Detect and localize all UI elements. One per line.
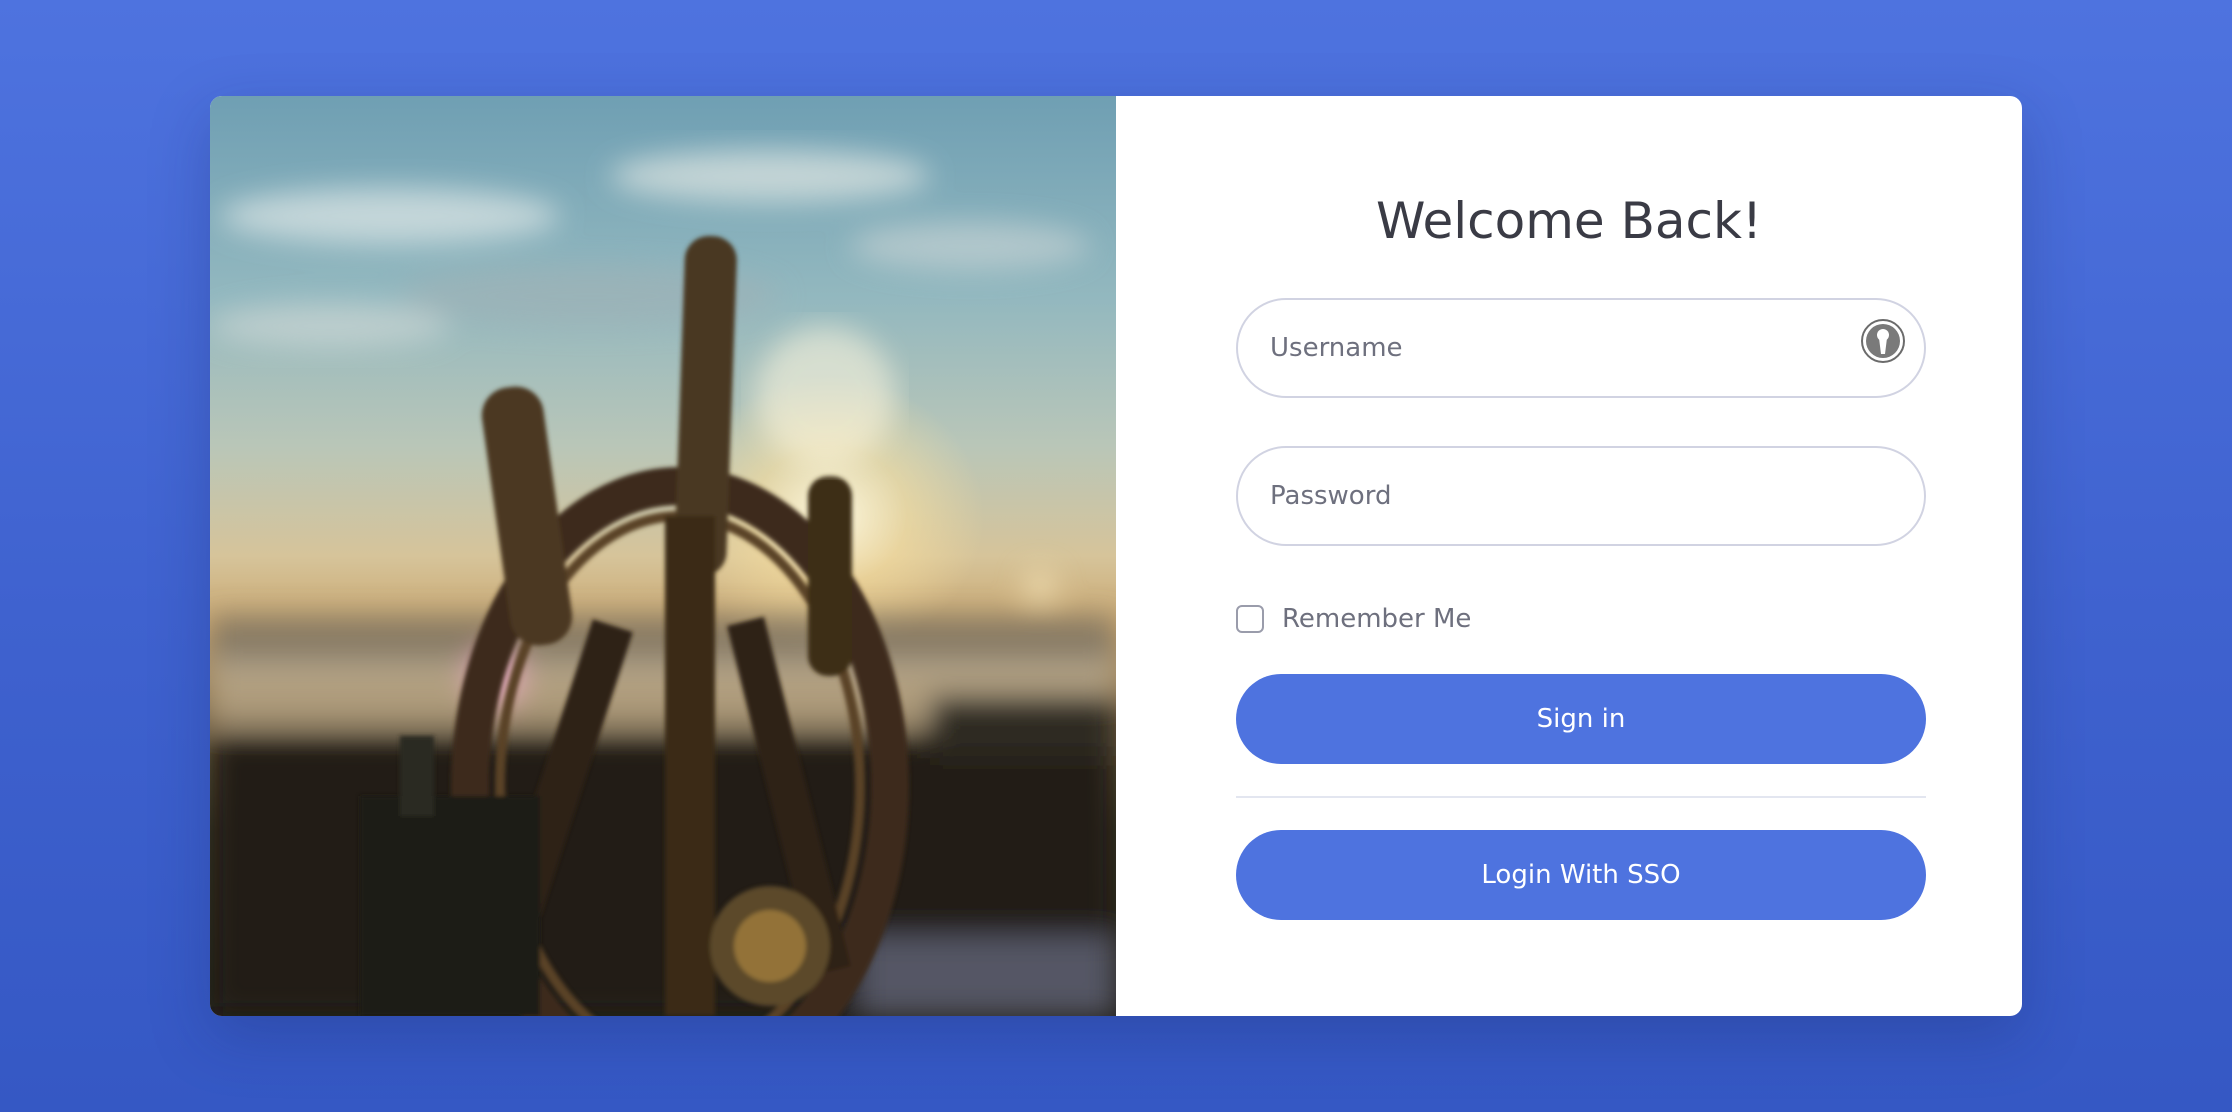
remember-me-label[interactable]: Remember Me — [1282, 604, 1471, 634]
sign-in-button[interactable]: Sign in — [1236, 674, 1926, 764]
remember-me-checkbox[interactable] — [1236, 605, 1264, 633]
password-input[interactable] — [1238, 448, 1830, 544]
divider — [1236, 796, 1926, 798]
remember-me-row: Remember Me — [1236, 602, 1471, 636]
page-title: Welcome Back! — [1375, 192, 1763, 250]
username-input[interactable] — [1238, 300, 1830, 396]
ship-wheel-photo — [210, 96, 1116, 1016]
login-form: Welcome Back! Remember Me Sign in Login … — [1116, 96, 2022, 1016]
sso-login-button[interactable]: Login With SSO — [1236, 830, 1926, 920]
login-card: Welcome Back! Remember Me Sign in Login … — [210, 96, 2022, 1016]
keeper-keyhole-icon[interactable] — [1860, 318, 1906, 364]
password-field-wrapper — [1236, 446, 1926, 546]
username-field-wrapper — [1236, 298, 1926, 398]
